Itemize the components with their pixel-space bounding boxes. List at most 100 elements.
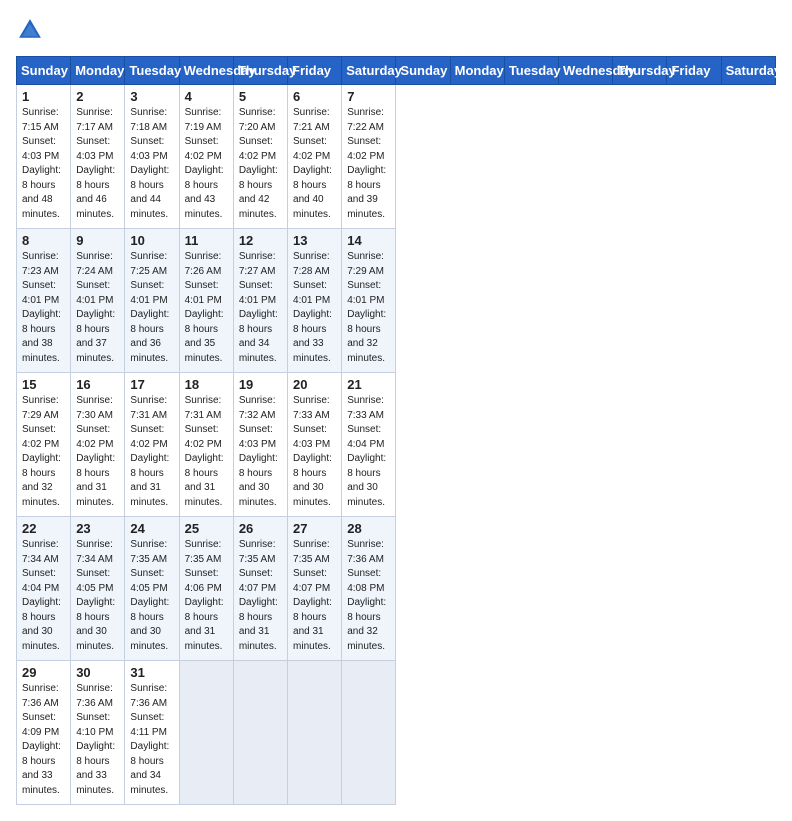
col-header-monday: Monday <box>450 57 504 85</box>
cell-info: Sunrise: 7:27 AMSunset: 4:01 PMDaylight:… <box>239 250 282 366</box>
cell-info: Sunrise: 7:17 AMSunset: 4:03 PMDaylight:… <box>76 106 119 222</box>
col-header-tuesday: Tuesday <box>125 57 179 85</box>
calendar-cell: 15 Sunrise: 7:29 AMSunset: 4:02 PMDayligh… <box>17 373 71 517</box>
calendar-cell <box>179 661 233 805</box>
cell-info: Sunrise: 7:29 AMSunset: 4:02 PMDaylight:… <box>22 394 65 510</box>
col-header-monday: Monday <box>71 57 125 85</box>
day-number: 18 <box>185 377 228 392</box>
calendar-cell: 26 Sunrise: 7:35 AMSunset: 4:07 PMDayligh… <box>233 517 287 661</box>
cell-info: Sunrise: 7:22 AMSunset: 4:02 PMDaylight:… <box>347 106 390 222</box>
calendar-header-row: SundayMondayTuesdayWednesdayThursdayFrid… <box>17 57 776 85</box>
cell-info: Sunrise: 7:19 AMSunset: 4:02 PMDaylight:… <box>185 106 228 222</box>
calendar-cell: 1Sunrise: 7:15 AMSunset: 4:03 PMDaylight… <box>17 85 71 229</box>
col-header-thursday: Thursday <box>233 57 287 85</box>
cell-info: Sunrise: 7:35 AMSunset: 4:06 PMDaylight:… <box>185 538 228 654</box>
cell-info: Sunrise: 7:35 AMSunset: 4:07 PMDaylight:… <box>293 538 336 654</box>
cell-info: Sunrise: 7:33 AMSunset: 4:04 PMDaylight:… <box>347 394 390 510</box>
calendar-cell: 8 Sunrise: 7:23 AMSunset: 4:01 PMDaylight… <box>17 229 71 373</box>
calendar-cell: 2 Sunrise: 7:17 AMSunset: 4:03 PMDaylight… <box>71 85 125 229</box>
calendar-cell: 28 Sunrise: 7:36 AMSunset: 4:08 PMDayligh… <box>342 517 396 661</box>
day-number: 20 <box>293 377 336 392</box>
calendar-cell: 23 Sunrise: 7:34 AMSunset: 4:05 PMDayligh… <box>71 517 125 661</box>
cell-info: Sunrise: 7:31 AMSunset: 4:02 PMDaylight:… <box>130 394 173 510</box>
logo-icon <box>16 16 44 44</box>
day-number: 4 <box>185 89 228 104</box>
logo <box>16 16 48 44</box>
cell-info: Sunrise: 7:36 AMSunset: 4:09 PMDaylight:… <box>22 682 65 798</box>
calendar-cell: 31 Sunrise: 7:36 AMSunset: 4:11 PMDayligh… <box>125 661 179 805</box>
day-number: 1 <box>22 89 65 104</box>
cell-info: Sunrise: 7:20 AMSunset: 4:02 PMDaylight:… <box>239 106 282 222</box>
calendar-cell: 16Sunrise: 7:30 AMSunset: 4:02 PMDayligh… <box>71 373 125 517</box>
calendar-cell: 3 Sunrise: 7:18 AMSunset: 4:03 PMDaylight… <box>125 85 179 229</box>
cell-info: Sunrise: 7:28 AMSunset: 4:01 PMDaylight:… <box>293 250 336 366</box>
calendar-cell: 7 Sunrise: 7:22 AMSunset: 4:02 PMDaylight… <box>342 85 396 229</box>
calendar-cell: 22Sunrise: 7:34 AMSunset: 4:04 PMDayligh… <box>17 517 71 661</box>
page-header <box>16 16 776 44</box>
calendar-cell: 18Sunrise: 7:31 AMSunset: 4:02 PMDayligh… <box>179 373 233 517</box>
col-header-wednesday: Wednesday <box>559 57 613 85</box>
cell-info: Sunrise: 7:36 AMSunset: 4:10 PMDaylight:… <box>76 682 119 798</box>
day-number: 27 <box>293 521 336 536</box>
cell-info: Sunrise: 7:18 AMSunset: 4:03 PMDaylight:… <box>130 106 173 222</box>
day-number: 26 <box>239 521 282 536</box>
day-number: 15 <box>22 377 65 392</box>
day-number: 11 <box>185 233 228 248</box>
day-number: 23 <box>76 521 119 536</box>
week-row-3: 15 Sunrise: 7:29 AMSunset: 4:02 PMDayligh… <box>17 373 776 517</box>
calendar-cell: 12 Sunrise: 7:27 AMSunset: 4:01 PMDayligh… <box>233 229 287 373</box>
calendar-cell <box>288 661 342 805</box>
cell-info: Sunrise: 7:36 AMSunset: 4:11 PMDaylight:… <box>130 682 173 798</box>
day-number: 8 <box>22 233 65 248</box>
day-number: 25 <box>185 521 228 536</box>
calendar-cell: 4 Sunrise: 7:19 AMSunset: 4:02 PMDaylight… <box>179 85 233 229</box>
calendar-cell <box>233 661 287 805</box>
calendar-cell: 21 Sunrise: 7:33 AMSunset: 4:04 PMDayligh… <box>342 373 396 517</box>
day-number: 2 <box>76 89 119 104</box>
col-header-saturday: Saturday <box>342 57 396 85</box>
day-number: 7 <box>347 89 390 104</box>
cell-info: Sunrise: 7:36 AMSunset: 4:08 PMDaylight:… <box>347 538 390 654</box>
cell-info: Sunrise: 7:23 AMSunset: 4:01 PMDaylight:… <box>22 250 65 366</box>
day-number: 14 <box>347 233 390 248</box>
calendar-cell: 5 Sunrise: 7:20 AMSunset: 4:02 PMDaylight… <box>233 85 287 229</box>
day-number: 10 <box>130 233 173 248</box>
calendar-cell: 20 Sunrise: 7:33 AMSunset: 4:03 PMDayligh… <box>288 373 342 517</box>
calendar-cell: 9Sunrise: 7:24 AMSunset: 4:01 PMDaylight… <box>71 229 125 373</box>
col-header-sunday: Sunday <box>17 57 71 85</box>
day-number: 12 <box>239 233 282 248</box>
col-header-thursday: Thursday <box>613 57 667 85</box>
col-header-tuesday: Tuesday <box>504 57 558 85</box>
day-number: 22 <box>22 521 65 536</box>
calendar-cell: 27 Sunrise: 7:35 AMSunset: 4:07 PMDayligh… <box>288 517 342 661</box>
day-number: 13 <box>293 233 336 248</box>
day-number: 24 <box>130 521 173 536</box>
cell-info: Sunrise: 7:25 AMSunset: 4:01 PMDaylight:… <box>130 250 173 366</box>
week-row-4: 22Sunrise: 7:34 AMSunset: 4:04 PMDayligh… <box>17 517 776 661</box>
day-number: 9 <box>76 233 119 248</box>
cell-info: Sunrise: 7:34 AMSunset: 4:05 PMDaylight:… <box>76 538 119 654</box>
day-number: 5 <box>239 89 282 104</box>
cell-info: Sunrise: 7:26 AMSunset: 4:01 PMDaylight:… <box>185 250 228 366</box>
calendar-table: SundayMondayTuesdayWednesdayThursdayFrid… <box>16 56 776 805</box>
calendar-cell: 30Sunrise: 7:36 AMSunset: 4:10 PMDayligh… <box>71 661 125 805</box>
col-header-friday: Friday <box>288 57 342 85</box>
cell-info: Sunrise: 7:33 AMSunset: 4:03 PMDaylight:… <box>293 394 336 510</box>
calendar-cell: 11 Sunrise: 7:26 AMSunset: 4:01 PMDayligh… <box>179 229 233 373</box>
day-number: 21 <box>347 377 390 392</box>
cell-info: Sunrise: 7:35 AMSunset: 4:07 PMDaylight:… <box>239 538 282 654</box>
cell-info: Sunrise: 7:32 AMSunset: 4:03 PMDaylight:… <box>239 394 282 510</box>
calendar-cell: 14Sunrise: 7:29 AMSunset: 4:01 PMDayligh… <box>342 229 396 373</box>
day-number: 19 <box>239 377 282 392</box>
calendar-cell <box>342 661 396 805</box>
calendar-cell: 13 Sunrise: 7:28 AMSunset: 4:01 PMDayligh… <box>288 229 342 373</box>
day-number: 28 <box>347 521 390 536</box>
day-number: 3 <box>130 89 173 104</box>
calendar-cell: 24 Sunrise: 7:35 AMSunset: 4:05 PMDayligh… <box>125 517 179 661</box>
day-number: 31 <box>130 665 173 680</box>
calendar-cell: 29Sunrise: 7:36 AMSunset: 4:09 PMDayligh… <box>17 661 71 805</box>
cell-info: Sunrise: 7:35 AMSunset: 4:05 PMDaylight:… <box>130 538 173 654</box>
col-header-wednesday: Wednesday <box>179 57 233 85</box>
week-row-5: 29Sunrise: 7:36 AMSunset: 4:09 PMDayligh… <box>17 661 776 805</box>
calendar-cell: 6Sunrise: 7:21 AMSunset: 4:02 PMDaylight… <box>288 85 342 229</box>
